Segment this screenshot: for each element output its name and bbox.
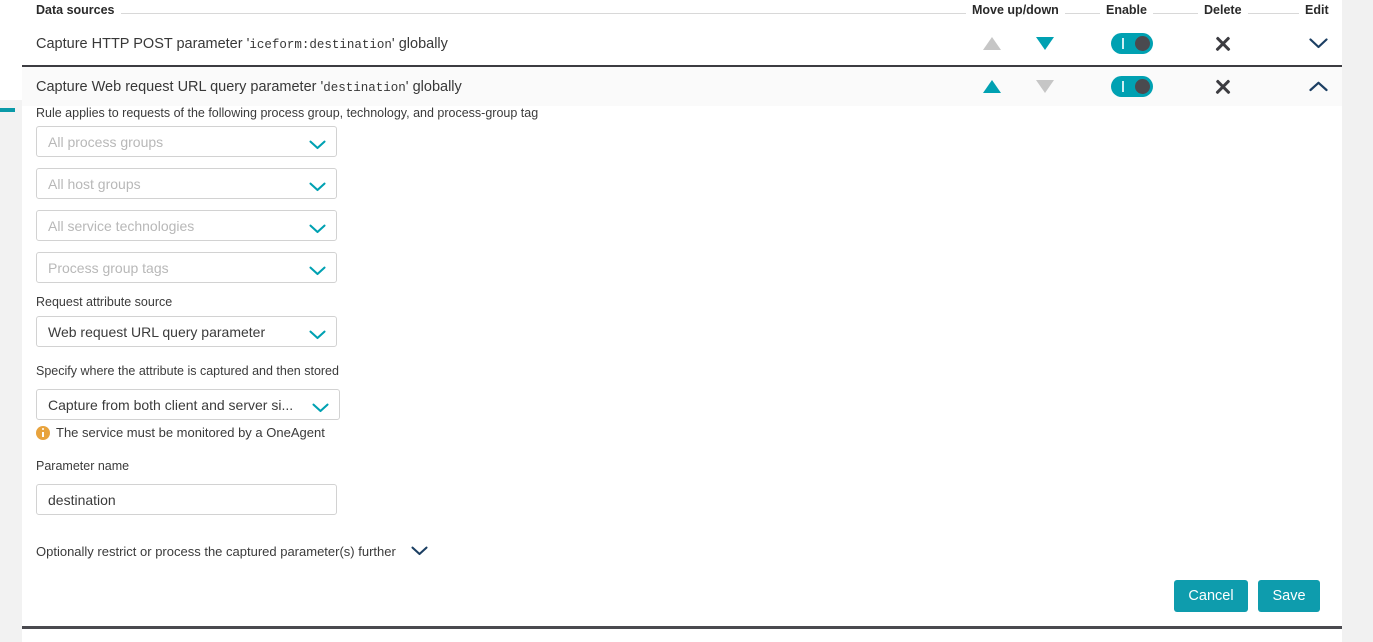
optional-restrict-toggle[interactable]: Optionally restrict or process the captu… xyxy=(36,544,430,559)
chevron-down-icon[interactable] xyxy=(411,546,430,557)
footer-divider xyxy=(22,626,1342,629)
rule-title: Capture HTTP POST parameter 'iceform:des… xyxy=(36,36,448,52)
request-attribute-settings-screen: Data sources Move up/down Enable Delete … xyxy=(0,0,1373,642)
left-accent-mark xyxy=(0,108,15,112)
optional-restrict-label: Optionally restrict or process the captu… xyxy=(36,544,396,559)
parameter-name-field[interactable] xyxy=(36,484,337,515)
column-header-move: Move up/down xyxy=(966,3,1065,17)
rule-title: Capture Web request URL query parameter … xyxy=(36,79,462,95)
toggle-switch-on[interactable] xyxy=(1111,33,1153,54)
move-up-button[interactable] xyxy=(972,31,1012,57)
request-attribute-source-value: Web request URL query parameter xyxy=(48,323,266,340)
rule-edit-form: Rule applies to requests of the followin… xyxy=(22,106,1342,621)
left-gutter-top xyxy=(0,0,22,100)
enable-toggle[interactable] xyxy=(1107,74,1157,100)
scope-hint-label: Rule applies to requests of the followin… xyxy=(36,106,539,120)
chevron-down-icon xyxy=(309,263,326,275)
toggle-bar xyxy=(1122,81,1124,92)
rule-row[interactable]: Capture HTTP POST parameter 'iceform:des… xyxy=(22,22,1342,65)
close-icon[interactable] xyxy=(1214,78,1232,96)
delete-button[interactable] xyxy=(1202,31,1244,57)
enable-toggle[interactable] xyxy=(1107,31,1157,57)
process-groups-select[interactable]: All process groups xyxy=(36,126,337,157)
move-up-button[interactable] xyxy=(972,74,1012,100)
chevron-down-icon xyxy=(312,400,329,412)
rule-title-suffix: globally xyxy=(394,35,448,52)
triangle-up-icon xyxy=(983,37,1001,50)
rule-row[interactable]: Capture Web request URL query parameter … xyxy=(22,65,1342,106)
service-technologies-select-value: All service technologies xyxy=(48,217,195,234)
storage-select[interactable]: Capture from both client and server si..… xyxy=(36,389,340,420)
toggle-bar xyxy=(1122,38,1124,49)
move-down-button[interactable] xyxy=(1025,31,1065,57)
rule-parameter: destination xyxy=(323,80,406,95)
host-groups-select-value: All host groups xyxy=(48,175,141,192)
toggle-knob xyxy=(1135,36,1150,51)
process-group-tags-select[interactable]: Process group tags xyxy=(36,252,337,283)
chevron-down-icon xyxy=(309,221,326,233)
column-header-edit: Edit xyxy=(1299,3,1335,17)
triangle-down-icon xyxy=(1036,80,1054,93)
edit-expand-button[interactable] xyxy=(1297,31,1339,57)
chevron-down-icon xyxy=(309,179,326,191)
toggle-switch-on[interactable] xyxy=(1111,76,1153,97)
request-attribute-source-select[interactable]: Web request URL query parameter xyxy=(36,316,337,347)
save-button[interactable]: Save xyxy=(1258,580,1320,612)
process-groups-select-value: All process groups xyxy=(48,133,164,150)
close-icon[interactable] xyxy=(1214,35,1232,53)
request-attribute-source-label: Request attribute source xyxy=(36,295,173,309)
move-down-button[interactable] xyxy=(1025,74,1065,100)
storage-select-value: Capture from both client and server si..… xyxy=(48,396,294,413)
right-gutter xyxy=(1342,0,1373,642)
rule-title-prefix: Capture HTTP POST parameter xyxy=(36,35,247,52)
host-groups-select[interactable]: All host groups xyxy=(36,168,337,199)
storage-note: The service must be monitored by a OneAg… xyxy=(36,425,325,440)
storage-note-text: The service must be monitored by a OneAg… xyxy=(56,425,325,440)
toggle-knob xyxy=(1135,79,1150,94)
rule-title-suffix: globally xyxy=(408,78,462,95)
chevron-down-icon[interactable] xyxy=(1308,38,1328,49)
info-icon xyxy=(36,425,50,440)
chevron-down-icon xyxy=(309,137,326,149)
triangle-up-icon xyxy=(983,80,1001,93)
cancel-button[interactable]: Cancel xyxy=(1174,580,1248,612)
triangle-down-icon xyxy=(1036,37,1054,50)
chevron-up-icon[interactable] xyxy=(1308,81,1328,92)
storage-label: Specify where the attribute is captured … xyxy=(36,364,339,378)
list-header: Data sources Move up/down Enable Delete … xyxy=(22,0,1342,22)
parameter-name-label: Parameter name xyxy=(36,459,130,473)
process-group-tags-select-value: Process group tags xyxy=(48,259,169,276)
chevron-down-icon xyxy=(309,327,326,339)
rule-parameter: iceform:destination xyxy=(249,37,392,52)
parameter-name-input[interactable] xyxy=(37,485,336,514)
edit-collapse-button[interactable] xyxy=(1297,74,1339,100)
column-header-data-sources: Data sources xyxy=(30,3,121,17)
column-header-enable: Enable xyxy=(1100,3,1153,17)
column-header-delete: Delete xyxy=(1198,3,1248,17)
service-technologies-select[interactable]: All service technologies xyxy=(36,210,337,241)
delete-button[interactable] xyxy=(1202,74,1244,100)
rule-title-prefix: Capture Web request URL query parameter xyxy=(36,78,321,95)
